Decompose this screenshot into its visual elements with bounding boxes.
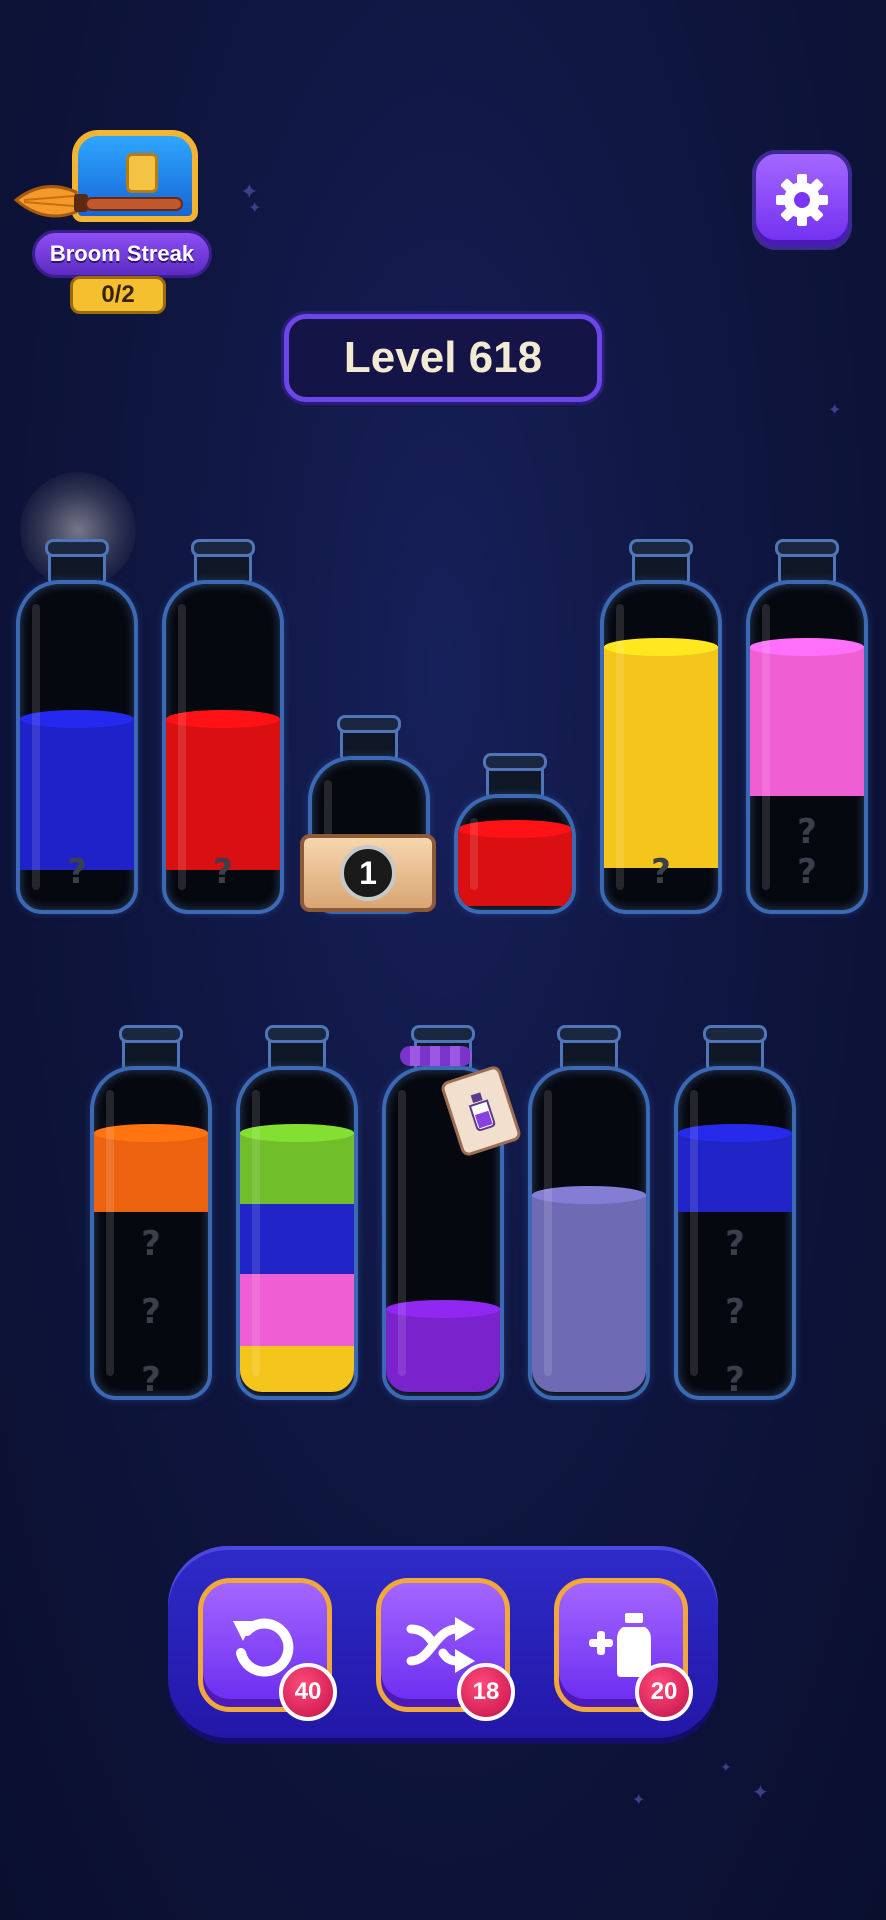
background-star: ✦ [828, 400, 842, 419]
shuffle-count-badge: 18 [457, 1663, 515, 1721]
bottle-neck [337, 715, 401, 760]
bottle-body: ? ? ? [90, 1066, 212, 1400]
background-star: ✦ [752, 1780, 769, 1804]
bottle-7[interactable]: ? ? ? [90, 1025, 212, 1400]
unlock-counter: 1 [340, 845, 396, 901]
bottle-neck [629, 539, 693, 584]
bottle-neck [191, 539, 255, 584]
bottle-8[interactable] [236, 1025, 358, 1400]
add-bottle-button[interactable]: 20 [554, 1578, 693, 1721]
bottle-neck [703, 1025, 767, 1070]
rope-knot-icon [400, 1046, 472, 1066]
bottle-11[interactable]: ? ? ? [674, 1025, 796, 1400]
bottle-body: ? [162, 580, 284, 914]
bottle-body [236, 1066, 358, 1400]
background-star: ✦ [720, 1760, 732, 1776]
bottle-body [454, 794, 576, 914]
bottle-1[interactable]: ? [16, 539, 138, 914]
broom-icon [14, 185, 183, 218]
background-star: ✦ [248, 198, 262, 217]
bottle-4[interactable] [454, 753, 576, 914]
bottle-body: ? [600, 580, 722, 914]
settings-button[interactable] [752, 150, 852, 250]
level-label: Level 618 [343, 333, 543, 382]
bottle-6[interactable]: ? ? [746, 539, 868, 914]
undo-button[interactable]: 40 [198, 1578, 337, 1721]
shuffle-button[interactable]: 18 [376, 1578, 515, 1721]
add-bottle-count-badge: 20 [635, 1663, 693, 1721]
bottle-neck [119, 1025, 183, 1070]
undo-count-badge: 40 [279, 1663, 337, 1721]
locked-bottle-crate: 1 [300, 834, 436, 912]
broom-streak-progress: 0/2 [70, 276, 166, 314]
bottle-neck [775, 539, 839, 584]
background-star: ✦ [632, 1790, 646, 1809]
bottle-3-locked[interactable]: 1 [300, 715, 436, 914]
bottle-10[interactable] [528, 1025, 650, 1400]
broom-streak-widget[interactable]: Broom Streak 0/2 [14, 118, 212, 314]
bottle-neck [265, 1025, 329, 1070]
level-indicator: Level 618 [284, 314, 602, 402]
gear-icon [776, 174, 828, 226]
bottle-body: ? ? [746, 580, 868, 914]
bottle-neck [557, 1025, 621, 1070]
bottle-neck [45, 539, 109, 584]
bottle-body: ? ? ? [674, 1066, 796, 1400]
broom-streak-label-plate: Broom Streak [32, 230, 212, 278]
broom-streak-label: Broom Streak [49, 241, 195, 266]
bottle-2[interactable]: ? [162, 539, 284, 914]
bottle-9-tied[interactable] [382, 1025, 523, 1400]
bottle-neck [483, 753, 547, 798]
bottle-body [528, 1066, 650, 1400]
bottle-body: ? [16, 580, 138, 914]
powerup-bar: 40 18 20 [168, 1546, 718, 1738]
bottle-5[interactable]: ? [600, 539, 722, 914]
